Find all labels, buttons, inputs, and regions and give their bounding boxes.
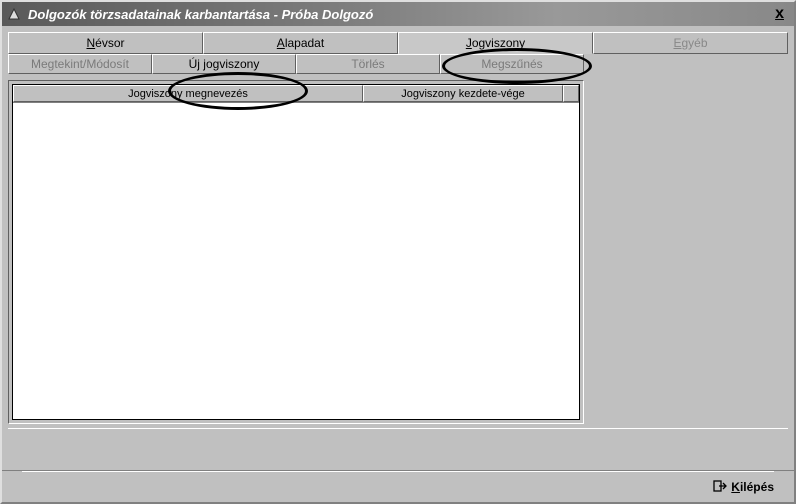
subtab-label: Megszűnés xyxy=(481,57,542,71)
subtab-torles[interactable]: Törlés xyxy=(296,54,440,74)
column-header-kezdete-vege[interactable]: Jogviszony kezdete-vége xyxy=(363,85,563,102)
app-window: Dolgozók törzsadatainak karbantartása - … xyxy=(0,0,796,504)
exit-button[interactable]: Kilépés xyxy=(713,479,774,496)
status-bar xyxy=(8,428,788,452)
tab-alapadat[interactable]: Alapadat xyxy=(203,32,398,54)
tab-label: Egyéb xyxy=(673,36,707,50)
content-area: Névsor Alapadat Jogviszony Egyéb Megteki… xyxy=(2,26,794,470)
exit-icon xyxy=(713,479,727,496)
tab-jogviszony[interactable]: Jogviszony xyxy=(398,32,593,54)
tab-label: Jogviszony xyxy=(466,36,525,50)
sub-tabs: Megtekint/Módosít Új jogviszony Törlés M… xyxy=(8,54,788,74)
exit-label: Kilépés xyxy=(731,480,774,494)
tab-nevsor[interactable]: Névsor xyxy=(8,32,203,54)
subtab-label: Új jogviszony xyxy=(189,57,260,71)
tab-egyeb: Egyéb xyxy=(593,32,788,54)
subtab-megszunes[interactable]: Megszűnés xyxy=(440,54,584,74)
app-icon xyxy=(6,6,22,22)
main-tabs: Névsor Alapadat Jogviszony Egyéb xyxy=(8,32,788,54)
tab-label: Névsor xyxy=(86,36,124,50)
table-header: Jogviszony megnevezés Jogviszony kezdete… xyxy=(13,85,579,103)
subtab-label: Törlés xyxy=(351,57,384,71)
table-body[interactable] xyxy=(13,103,579,419)
list-panel: Jogviszony megnevezés Jogviszony kezdete… xyxy=(8,80,584,424)
titlebar: Dolgozók törzsadatainak karbantartása - … xyxy=(2,2,794,26)
column-header-megnevezes[interactable]: Jogviszony megnevezés xyxy=(13,85,363,102)
footer: Kilépés xyxy=(2,470,794,502)
subtab-uj-jogviszony[interactable]: Új jogviszony xyxy=(152,54,296,74)
jogviszony-table: Jogviszony megnevezés Jogviszony kezdete… xyxy=(12,84,580,420)
subtab-label: Megtekint/Módosít xyxy=(31,57,129,71)
tab-label: Alapadat xyxy=(277,36,324,50)
subtab-megtekint-modosit[interactable]: Megtekint/Módosít xyxy=(8,54,152,74)
scrollbar-spacer xyxy=(563,85,579,102)
close-button[interactable]: x xyxy=(769,5,790,23)
window-title: Dolgozók törzsadatainak karbantartása - … xyxy=(28,7,769,22)
